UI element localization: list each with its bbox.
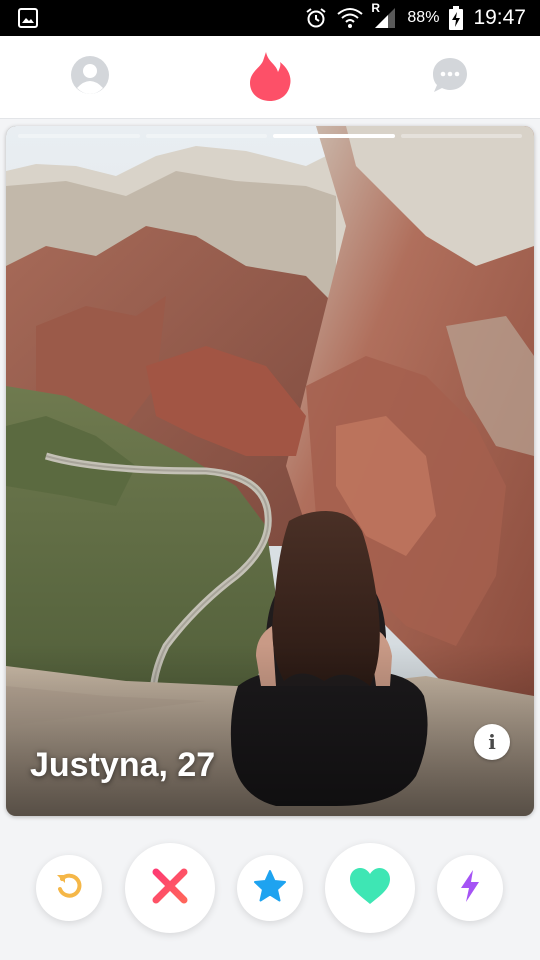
like-button[interactable] [325,843,415,933]
flame-logo-icon [248,50,292,107]
status-bar: R 88% 19:47 [0,0,540,36]
wifi-icon [337,7,364,29]
profile-button[interactable] [69,55,111,99]
profile-icon [71,55,109,99]
info-icon: i [488,730,496,754]
photo-indicator[interactable] [18,134,140,138]
photo-pager [18,134,522,138]
alarm-icon [305,7,327,29]
profile-photo [6,126,534,816]
rewind-button[interactable] [36,855,102,921]
battery-percent: 88% [407,9,440,26]
action-bar [0,830,540,950]
image-icon [18,8,38,28]
boost-icon [458,869,482,908]
battery-charging-icon [449,6,464,30]
photo-indicator[interactable] [400,134,522,138]
signal-icon: R [371,1,397,29]
photo-indicator-active[interactable] [273,134,395,138]
nope-icon [151,867,189,910]
rewind-icon [54,871,84,906]
profile-card[interactable]: Justyna, 27 i [6,126,534,816]
home-button[interactable] [246,50,294,106]
boost-button[interactable] [437,855,503,921]
chat-icon [431,56,469,99]
super-like-icon [253,869,287,908]
like-icon [348,866,392,911]
photo-indicator[interactable] [145,134,267,138]
nope-button[interactable] [125,843,215,933]
profile-name-age: Justyna, 27 [30,746,216,784]
info-button[interactable]: i [474,724,510,760]
roaming-label: R [371,1,381,15]
super-like-button[interactable] [237,855,303,921]
top-navigation [0,36,540,119]
messages-button[interactable] [429,56,471,98]
clock: 19:47 [473,6,526,29]
